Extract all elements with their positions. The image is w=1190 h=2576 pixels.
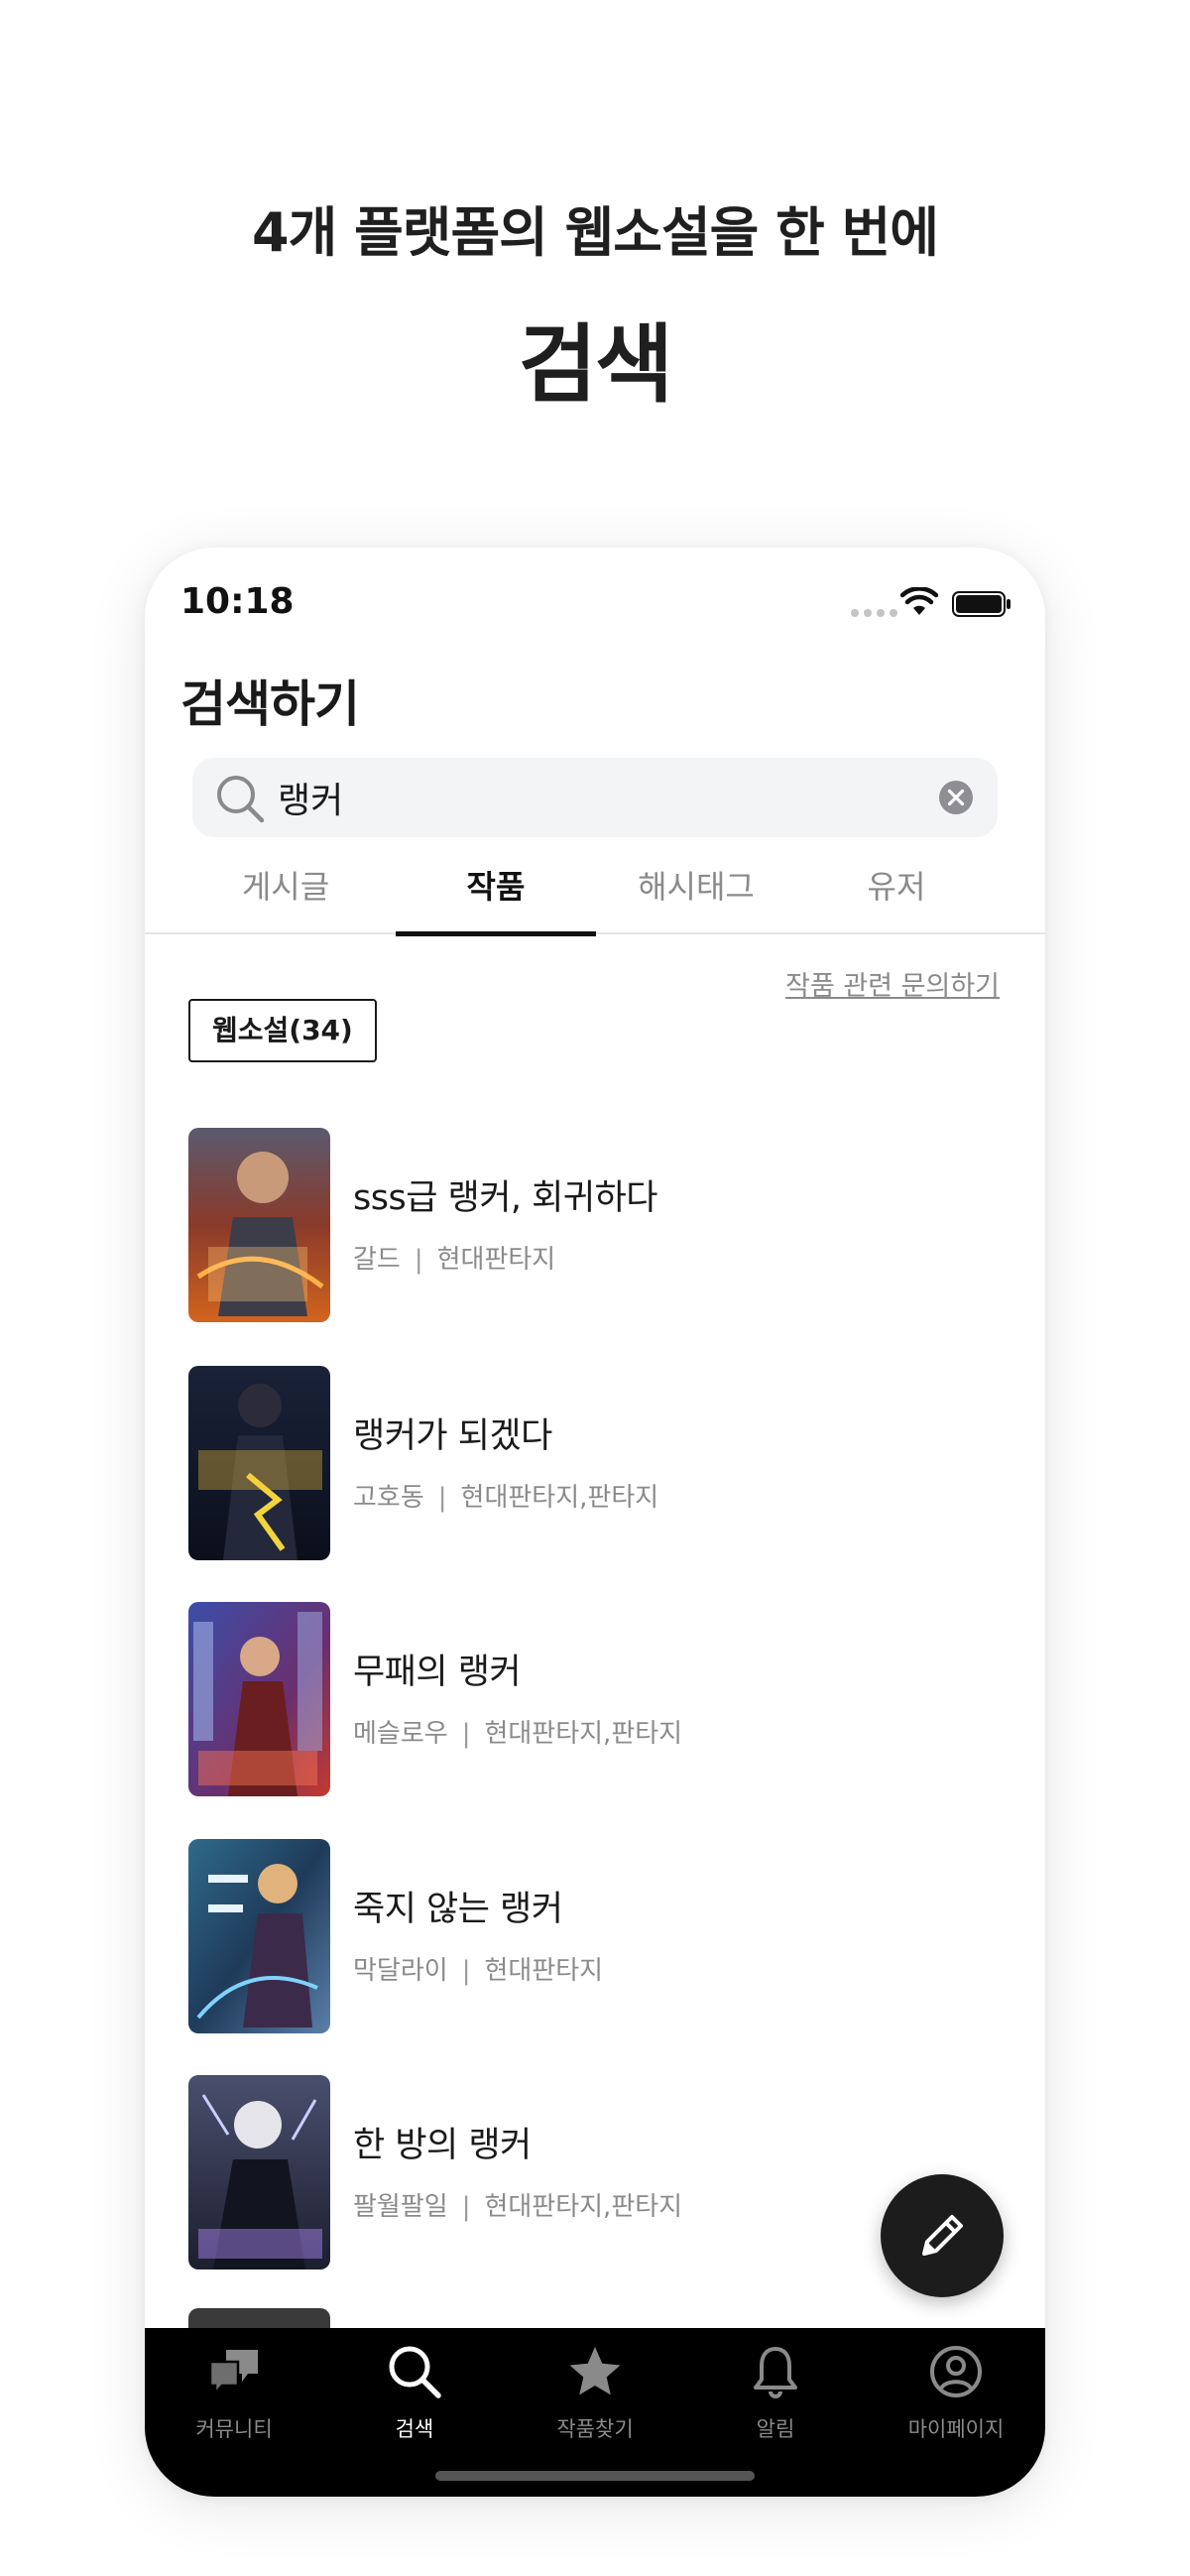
meta-separator: | — [461, 2192, 471, 2222]
home-indicator[interactable] — [435, 2471, 755, 2481]
work-item[interactable]: 한 방의 랭커 팔월팔일 | 현대판타지,판타지 — [188, 2075, 1002, 2269]
cover-image — [188, 1839, 330, 2033]
chat-bubbles-icon — [208, 2350, 258, 2397]
headline-subtitle: 4개 플랫폼의 웹소설을 한 번에 — [252, 201, 939, 264]
meta-separator: | — [414, 1245, 423, 1275]
work-title: 한 방의 랭커 — [353, 2126, 532, 2165]
tab-works[interactable]: 작품 — [396, 855, 596, 936]
search-tabs: 게시글 작품 해시태그 유저 — [145, 855, 1045, 936]
nav-community[interactable]: 커뮤니티 — [145, 2342, 323, 2451]
work-inquiry-link[interactable]: 작품 관련 문의하기 — [785, 964, 1000, 1003]
work-genre: 현대판타지 — [436, 1245, 556, 1275]
work-genre: 현대판타지,판타지 — [484, 1719, 683, 1749]
work-author: 팔월팔일 — [353, 2192, 448, 2222]
cover-image — [188, 1366, 330, 1560]
write-post-button[interactable] — [881, 2174, 1004, 2297]
work-meta: 고호동 | 현대판타지,판타지 — [353, 1477, 658, 1514]
work-author: 막달라이 — [353, 1956, 448, 1986]
page-title: 검색하기 — [180, 675, 360, 733]
nav-label: 커뮤니티 — [195, 2417, 273, 2441]
work-genre: 현대판타지,판타지 — [484, 2192, 683, 2222]
search-icon — [217, 776, 265, 823]
headline-title: 검색 — [518, 315, 673, 415]
nav-label: 알림 — [756, 2417, 795, 2441]
work-title: 무패의 랭커 — [353, 1653, 522, 1692]
nav-notifications[interactable]: 알림 — [686, 2342, 865, 2451]
nav-find-works[interactable]: 작품찾기 — [506, 2342, 684, 2451]
work-item[interactable]: 죽지 않는 랭커 막달라이 | 현대판타지 — [188, 1839, 1002, 2033]
phone-frame: 10:18 검색하기 게시글 작품 해시태그 유저 — [145, 548, 1045, 2497]
user-circle-icon — [930, 2346, 982, 2397]
bell-icon — [754, 2347, 797, 2398]
cover-image — [188, 2075, 330, 2269]
nav-search[interactable]: 검색 — [325, 2342, 504, 2451]
status-bar: 10:18 — [145, 548, 1045, 657]
work-author: 메슬로우 — [353, 1719, 448, 1749]
category-chip-webnovel[interactable]: 웹소설(34) — [188, 999, 377, 1062]
search-input[interactable] — [278, 758, 873, 837]
work-author: 고호동 — [353, 1483, 424, 1513]
nav-my-page[interactable]: 마이페이지 — [867, 2342, 1045, 2451]
nav-label: 검색 — [395, 2417, 434, 2441]
work-item[interactable]: sss급 랭커, 회귀하다 갈드 | 현대판타지 — [188, 1128, 1002, 1322]
work-item[interactable]: 랭커가 되겠다 고호동 | 현대판타지,판타지 — [188, 1366, 1002, 1560]
clear-search-icon[interactable] — [938, 780, 974, 815]
meta-separator: | — [461, 1719, 471, 1749]
meta-separator: | — [461, 1956, 471, 1986]
cellular-signal-icon — [851, 609, 897, 617]
work-title: 랭커가 되겠다 — [353, 1416, 552, 1456]
work-meta: 갈드 | 현대판타지 — [353, 1239, 555, 1276]
cover-image — [188, 1602, 330, 1796]
work-title: 죽지 않는 랭커 — [353, 1890, 563, 1929]
work-genre: 현대판타지,판타지 — [460, 1483, 659, 1513]
nav-label: 작품찾기 — [556, 2417, 634, 2441]
pencil-icon — [922, 2215, 963, 2256]
bottom-nav: 커뮤니티 검색 작품찾기 알림 마이페이지 — [145, 2328, 1045, 2497]
nav-label: 마이페이지 — [907, 2417, 1005, 2441]
battery-icon — [952, 591, 1011, 617]
work-meta: 메슬로우 | 현대판타지,판타지 — [353, 1713, 682, 1750]
search-icon — [389, 2346, 441, 2398]
cover-image — [188, 1128, 330, 1322]
work-meta: 막달라이 | 현대판타지 — [353, 1950, 603, 1987]
tab-users[interactable]: 유저 — [796, 855, 997, 934]
meta-separator: | — [437, 1483, 447, 1513]
work-genre: 현대판타지 — [484, 1956, 604, 1986]
promo-headline: 4개 플랫폼의 웹소설을 한 번에 검색 — [0, 188, 1190, 419]
tab-posts[interactable]: 게시글 — [185, 855, 386, 934]
status-time: 10:18 — [180, 581, 295, 622]
wifi-icon — [900, 587, 938, 615]
work-meta: 팔월팔일 | 현대판타지,판타지 — [353, 2186, 682, 2223]
work-title: sss급 랭커, 회귀하다 — [353, 1178, 657, 1218]
tab-hashtags[interactable]: 해시태그 — [596, 855, 796, 934]
search-bar[interactable] — [192, 758, 998, 837]
star-icon — [569, 2347, 621, 2395]
work-author: 갈드 — [353, 1245, 401, 1275]
work-item[interactable]: 무패의 랭커 메슬로우 | 현대판타지,판타지 — [188, 1602, 1002, 1796]
